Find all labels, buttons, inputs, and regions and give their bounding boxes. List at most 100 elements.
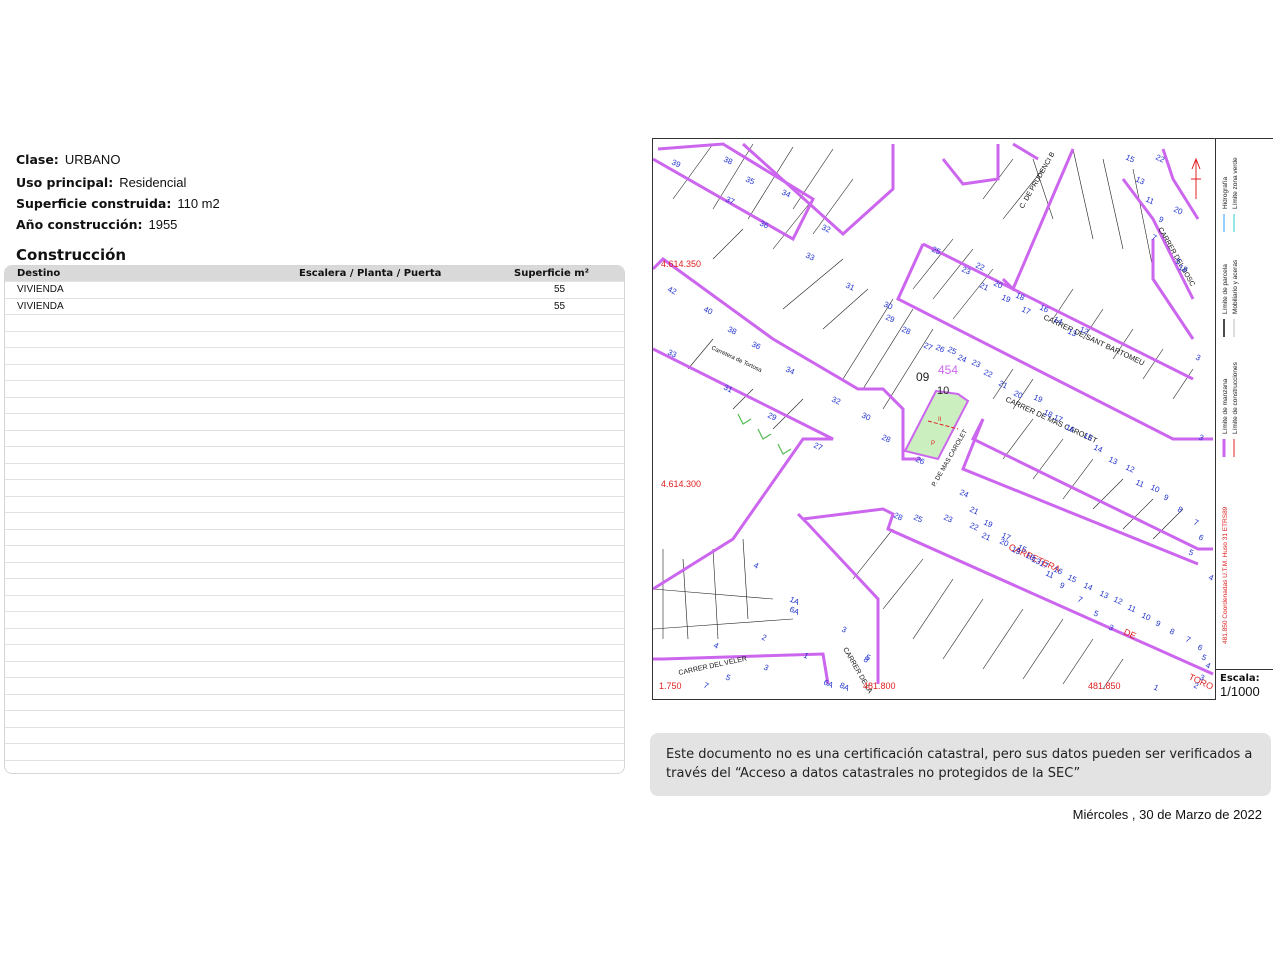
house-number: 23 [942,513,954,525]
table-row-empty [5,512,624,529]
house-number: 27 [812,441,824,453]
table-row-empty [5,479,624,496]
house-number: 20 [1172,205,1184,217]
scale-value: 1/1000 [1220,684,1260,699]
coord-label: 4.614.300 [661,479,701,489]
house-number: 21 [997,379,1009,391]
house-number: 9 [1157,215,1165,225]
north-arrow-icon [1191,157,1201,199]
header-superficie: Superficie m² [514,268,590,279]
row-destino: VIVIENDA [17,284,64,295]
table-row-empty [5,330,624,348]
house-number: 7 [702,681,710,691]
table-row-empty [5,495,624,513]
house-number: 21 [968,505,980,517]
house-number: 28 [892,511,904,523]
coord-label: 481.800 [863,681,896,691]
house-number: 8 [1176,505,1184,515]
table-row-empty [5,693,624,711]
table-row-empty [5,528,624,546]
coord-label: 481.850 [1088,681,1121,691]
house-number: 11 [1144,195,1156,207]
row-destino: VIVIENDA [17,300,64,312]
house-number: 5 [1187,548,1195,558]
anio-line: Año construcción: 1955 [16,217,177,232]
table-body: VIVIENDA 55 VIVIENDA 55 [5,281,624,774]
map-legend: Límite de manzana Límite de construccion… [1215,139,1273,669]
legend-mobiliario: Mobiliario y aceras [1232,259,1239,314]
header-escalera: Escalera / Planta / Puerta [299,268,442,279]
house-number: 14 [1082,581,1094,593]
disclaimer: Este documento no es una certificación c… [650,733,1271,796]
house-number: 10 [1149,483,1161,495]
house-number: 38 [722,155,734,167]
house-number: 29 [884,313,896,325]
legend-parcela: Límite de parcela [1222,264,1229,314]
uso-value: Residencial [119,175,187,190]
table-row-empty [5,347,624,364]
house-number: 11 [1126,603,1138,615]
house-number: 10 [1140,611,1152,623]
table-row-empty [5,759,624,774]
house-number: 30 [882,300,894,312]
house-number: 1A [788,595,801,608]
house-number: 13 [1107,455,1119,467]
row-superficie: 55 [554,300,566,312]
anio-value: 1955 [148,217,178,232]
house-number: 17 [1020,305,1032,317]
superficie-label: Superficie construida: [16,196,172,211]
house-number: 22 [982,368,994,380]
house-number: 19 [1032,393,1044,405]
house-number: 28 [880,433,892,445]
house-number: 7 [1184,635,1192,645]
house-number: 22 [968,521,980,533]
house-number: 8A [838,681,851,694]
house-number: 42 [666,285,678,297]
table-row-empty [5,363,624,381]
house-number: 39 [670,158,682,170]
table-row-empty [5,314,624,331]
table-row-empty [5,611,624,628]
row-superficie: 55 [554,284,566,295]
green-zone [737,413,792,455]
house-number: 35 [744,175,756,187]
clase-line: Clase: URBANO [16,152,120,167]
construction-table: Destino Escalera / Planta / Puerta Super… [4,265,625,774]
table-row-empty [5,429,624,447]
legend-construcciones: Límite de construcciones [1232,361,1239,434]
table-row-empty [5,462,624,480]
house-number: 6A [822,678,835,691]
block-id-2: 454 [938,363,958,377]
parcel-letter: P [931,441,935,447]
house-number: 4 [752,561,760,571]
document-date: Miércoles , 30 de Marzo de 2022 [1072,807,1262,822]
house-number: 15 [1124,153,1136,165]
house-number: 1 [1152,683,1160,693]
house-number: 21 [978,281,990,293]
house-number: 23 [970,358,982,370]
street-label: CARRER DEL BOSC [1156,227,1195,288]
house-number: 24 [958,488,970,500]
table-row-empty [5,743,624,760]
superficie-value: 110 m2 [177,196,220,211]
table-row-empty [5,578,624,595]
house-number: 12 [1112,595,1124,607]
house-number: 38 [726,325,738,337]
house-number: 25 [930,245,942,257]
house-number: 6 [1197,533,1205,543]
house-number: 21 [980,531,992,543]
parcel-letter: II [938,417,942,423]
table-row-empty [5,627,624,645]
scale-label: Escala: [1220,673,1260,684]
house-number: 4 [1207,573,1215,583]
house-number: 9 [1058,581,1066,591]
parcel-number: 10 [937,385,949,397]
house-number: 25 [912,513,924,525]
house-number: 6A [788,605,801,618]
anio-label: Año construcción: [16,217,143,232]
house-number: 9 [1154,619,1162,629]
house-number: 11 [1134,478,1146,490]
house-number: 3 [840,625,848,635]
legend-canvas: Límite de manzana Límite de construccion… [1222,157,1239,644]
table-row-empty [5,710,624,727]
